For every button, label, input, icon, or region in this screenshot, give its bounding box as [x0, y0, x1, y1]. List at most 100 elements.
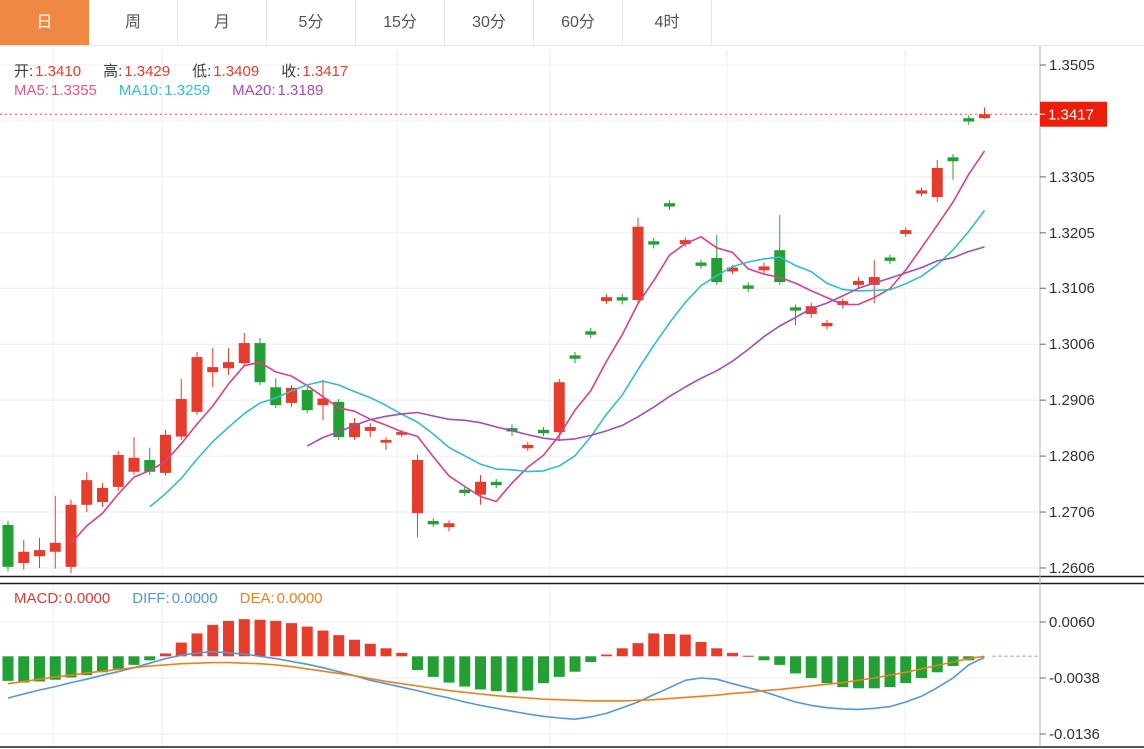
candle[interactable] — [444, 520, 455, 531]
legend-low-value: 1.3409 — [213, 63, 259, 80]
candle[interactable] — [664, 200, 675, 210]
legend-close-value: 1.3417 — [302, 63, 348, 80]
tab-month[interactable]: 月 — [178, 0, 267, 45]
candle[interactable] — [365, 423, 376, 437]
candle[interactable] — [900, 227, 911, 237]
legend-item-ma5: MA5:1.3355 — [14, 82, 97, 99]
tab-week[interactable]: 周 — [89, 0, 178, 45]
candle[interactable] — [916, 188, 927, 197]
tab-4hour[interactable]: 4时 — [623, 0, 712, 45]
price-tick-label: 1.3305 — [1049, 169, 1095, 186]
candle[interactable] — [286, 385, 297, 407]
legend-ma20-value: 1.3189 — [278, 82, 324, 99]
candle[interactable] — [932, 160, 943, 202]
candle[interactable] — [617, 294, 628, 305]
tab-day[interactable]: 日 — [0, 0, 89, 45]
candle[interactable] — [554, 379, 565, 441]
candle[interactable] — [302, 387, 313, 413]
candle[interactable] — [491, 479, 502, 488]
candle[interactable] — [822, 320, 833, 330]
candle[interactable] — [34, 538, 45, 568]
macd-bar — [790, 656, 801, 673]
macd-bar — [648, 633, 659, 656]
kline-and-macd-chart[interactable]: 1.35051.34051.33051.32051.31061.30061.29… — [0, 0, 1144, 749]
macd-bar — [759, 656, 770, 660]
candle[interactable] — [18, 540, 29, 570]
macd-tick-label: -0.0136 — [1049, 726, 1100, 743]
interval-tabbar: 日周月5分15分30分60分4时 — [0, 0, 1144, 46]
candle[interactable] — [207, 348, 218, 387]
legend-item-low: 低:1.3409 — [192, 63, 259, 80]
candle[interactable] — [113, 451, 124, 491]
candle[interactable] — [81, 472, 92, 512]
macd-bar — [680, 635, 691, 657]
candle[interactable] — [475, 475, 486, 505]
macd-bar — [727, 653, 738, 656]
candle[interactable] — [412, 455, 423, 537]
candle[interactable] — [979, 108, 990, 119]
candle[interactable] — [176, 379, 187, 440]
candle[interactable] — [585, 328, 596, 338]
candle[interactable] — [50, 496, 61, 569]
candle[interactable] — [633, 218, 644, 304]
candle[interactable] — [885, 255, 896, 265]
macd-legend: MACD:0.0000DIFF:0.0000DEA:0.0000 — [14, 590, 345, 607]
candle[interactable] — [570, 352, 581, 363]
macd-bar — [270, 621, 281, 656]
candle[interactable] — [601, 294, 612, 304]
candle[interactable] — [3, 521, 14, 571]
legend-high-value: 1.3429 — [124, 63, 170, 80]
macd-bar — [239, 619, 250, 656]
ma5-line — [71, 151, 985, 543]
candle[interactable] — [66, 500, 77, 573]
macd-histogram[interactable] — [3, 619, 975, 692]
macd-bar — [255, 620, 266, 657]
macd-bar — [633, 643, 644, 656]
kline-chart-widget: { "tabs": { "items": [ {"label": "日", "n… — [0, 0, 1144, 749]
candle[interactable] — [948, 154, 959, 180]
legend-close-label: 收: — [281, 63, 300, 80]
candle[interactable] — [97, 483, 108, 507]
candle[interactable] — [381, 437, 392, 450]
panel-borders — [0, 46, 1144, 747]
price-axis: 1.35051.34051.33051.32051.31061.30061.29… — [1040, 57, 1095, 577]
candle[interactable] — [160, 430, 171, 476]
candle[interactable] — [522, 442, 533, 451]
candle[interactable] — [192, 352, 203, 415]
legend-item-ma20: MA20:1.3189 — [232, 82, 323, 99]
candle[interactable] — [963, 115, 974, 125]
tab-5min[interactable]: 5分 — [267, 0, 356, 45]
macd-bar — [900, 656, 911, 683]
candle[interactable] — [428, 518, 439, 527]
macd-bar — [885, 656, 896, 687]
macd-bar — [160, 653, 171, 656]
macd-bar — [396, 653, 407, 656]
candle[interactable] — [696, 260, 707, 269]
macd-bar — [664, 634, 675, 656]
macd-bar — [333, 635, 344, 656]
price-tick-label: 1.2906 — [1049, 392, 1095, 409]
candle[interactable] — [538, 427, 549, 436]
ohlc-legend: 开:1.3410高:1.3429低:1.3409收:1.3417 — [14, 60, 370, 81]
candle[interactable] — [239, 333, 250, 365]
macd-bar — [349, 640, 360, 657]
tab-15min[interactable]: 15分 — [356, 0, 445, 45]
macd-bar — [853, 656, 864, 688]
candle[interactable] — [774, 215, 785, 285]
candle[interactable] — [743, 282, 754, 292]
tab-60min[interactable]: 60分 — [534, 0, 623, 45]
macd-tick-label: 0.0060 — [1049, 614, 1095, 631]
legend-dea-value: 0.0000 — [277, 590, 323, 607]
price-tick-label: 1.2606 — [1049, 560, 1095, 577]
legend-diff-value: 0.0000 — [172, 590, 218, 607]
candle[interactable] — [223, 348, 234, 375]
macd-bar — [18, 656, 29, 682]
candle[interactable] — [270, 378, 281, 408]
macd-bar — [381, 648, 392, 656]
tab-30min[interactable]: 30分 — [445, 0, 534, 45]
candle[interactable] — [349, 418, 360, 440]
macd-bar — [318, 631, 329, 657]
candle[interactable] — [648, 238, 659, 249]
legend-ma20-label: MA20: — [232, 82, 275, 99]
legend-ma5-label: MA5: — [14, 82, 49, 99]
